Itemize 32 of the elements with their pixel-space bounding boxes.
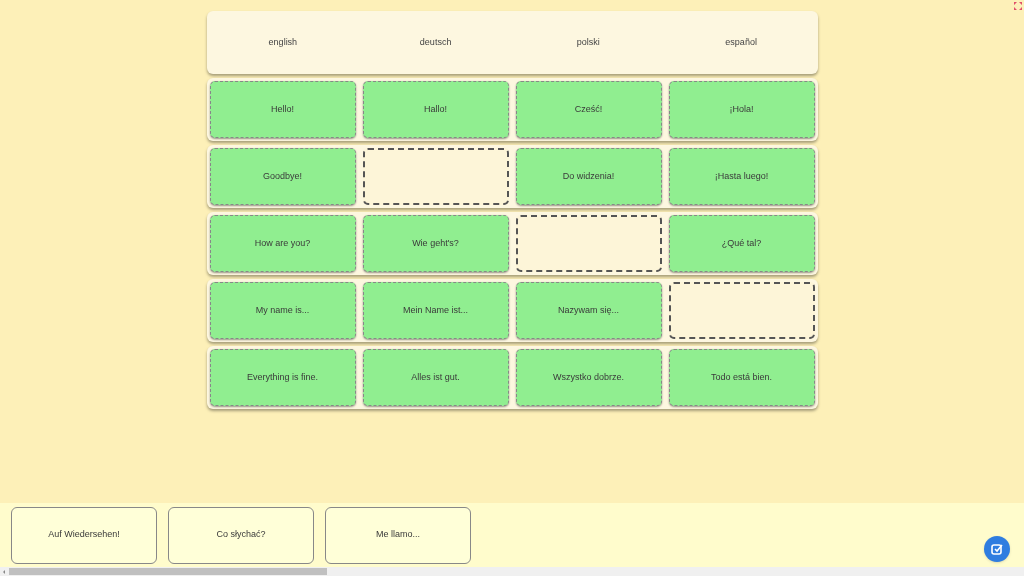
phrase-card[interactable]: Wie geht's?: [362, 215, 509, 272]
phrase-card[interactable]: ¿Qué tal?: [668, 215, 815, 272]
column-heading: español: [724, 35, 758, 49]
column-heading: polski: [575, 35, 601, 49]
phrase-card[interactable]: Auf Wiedersehen!: [11, 506, 157, 564]
phrase-card[interactable]: Alles ist gut.: [362, 349, 509, 406]
phrase-card[interactable]: Do widzenia!: [515, 148, 662, 205]
phrase-card[interactable]: Goodbye!: [209, 148, 356, 205]
checkbox-icon: [991, 543, 1003, 555]
empty-drop-slot[interactable]: [515, 215, 662, 272]
scrollbar-thumb[interactable]: [9, 568, 327, 575]
phrase-card[interactable]: Hallo!: [362, 81, 509, 138]
column-heading: english: [267, 35, 299, 49]
empty-drop-slot[interactable]: [668, 282, 815, 339]
phrase-card[interactable]: Hello!: [209, 81, 356, 138]
phrase-card[interactable]: My name is...: [209, 282, 356, 339]
phrase-card[interactable]: Everything is fine.: [209, 349, 356, 406]
phrase-card[interactable]: Wszystko dobrze.: [515, 349, 662, 406]
column-heading: deutsch: [418, 35, 453, 49]
phrase-card[interactable]: Co słychać?: [168, 506, 314, 564]
phrase-card[interactable]: Todo está bien.: [668, 349, 815, 406]
scroll-left-icon[interactable]: [1, 568, 7, 575]
phrase-card[interactable]: Mein Name ist...: [362, 282, 509, 339]
phrase-card[interactable]: ¡Hola!: [668, 81, 815, 138]
phrase-card[interactable]: Me llamo...: [325, 506, 471, 564]
phrase-card[interactable]: ¡Hasta luego!: [668, 148, 815, 205]
phrase-card[interactable]: Nazywam się...: [515, 282, 662, 339]
empty-drop-slot[interactable]: [362, 148, 509, 205]
check-button[interactable]: [984, 536, 1010, 562]
fullscreen-icon[interactable]: [1014, 2, 1022, 10]
phrase-card[interactable]: How are you?: [209, 215, 356, 272]
phrase-card[interactable]: Cześć!: [515, 81, 662, 138]
